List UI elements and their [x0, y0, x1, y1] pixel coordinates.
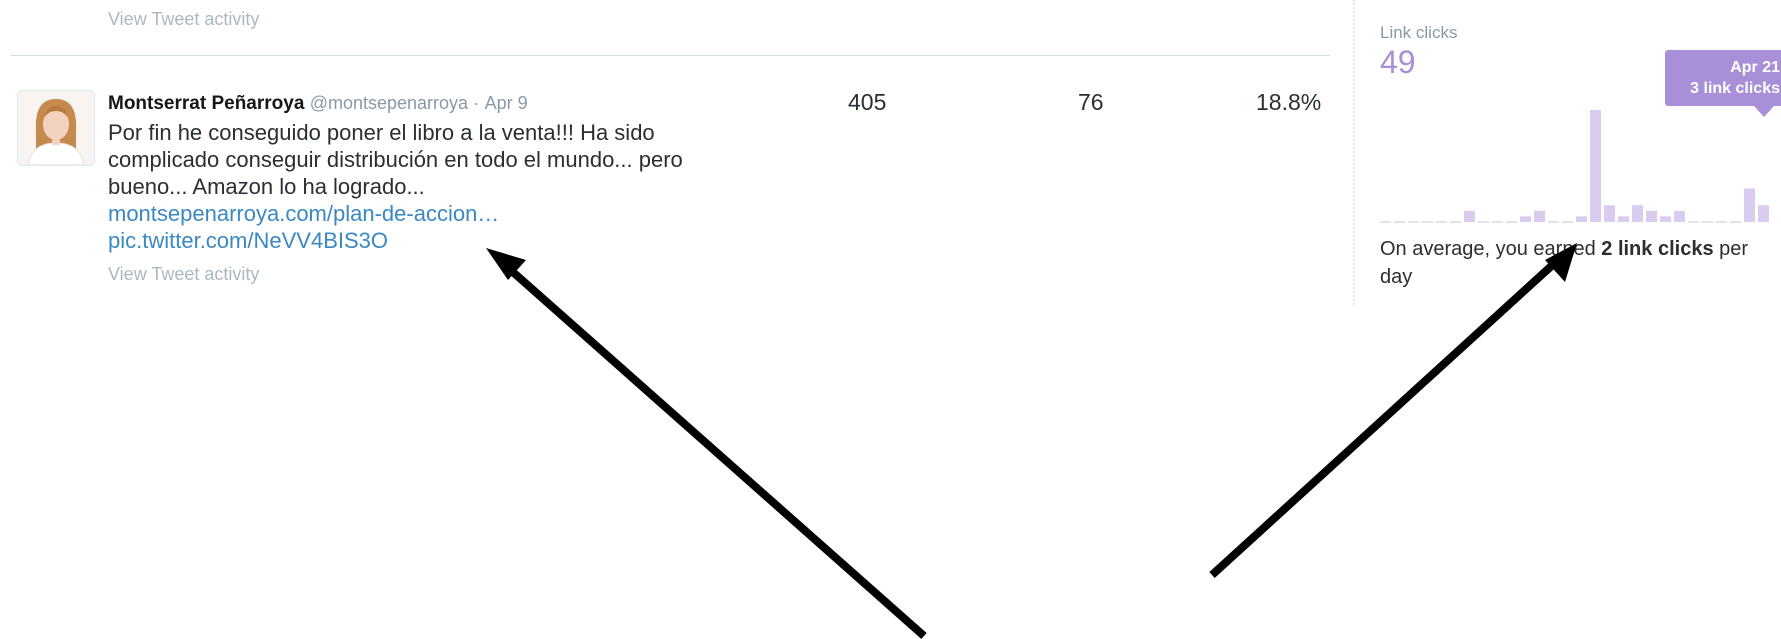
annotation-arrows — [486, 243, 1577, 639]
arrow-to-link-clicks — [1209, 243, 1577, 578]
arrow-to-tweet-link — [486, 248, 927, 639]
tweet-activity-page: View Tweet activity Montserrat Peñarroya… — [0, 0, 1781, 639]
